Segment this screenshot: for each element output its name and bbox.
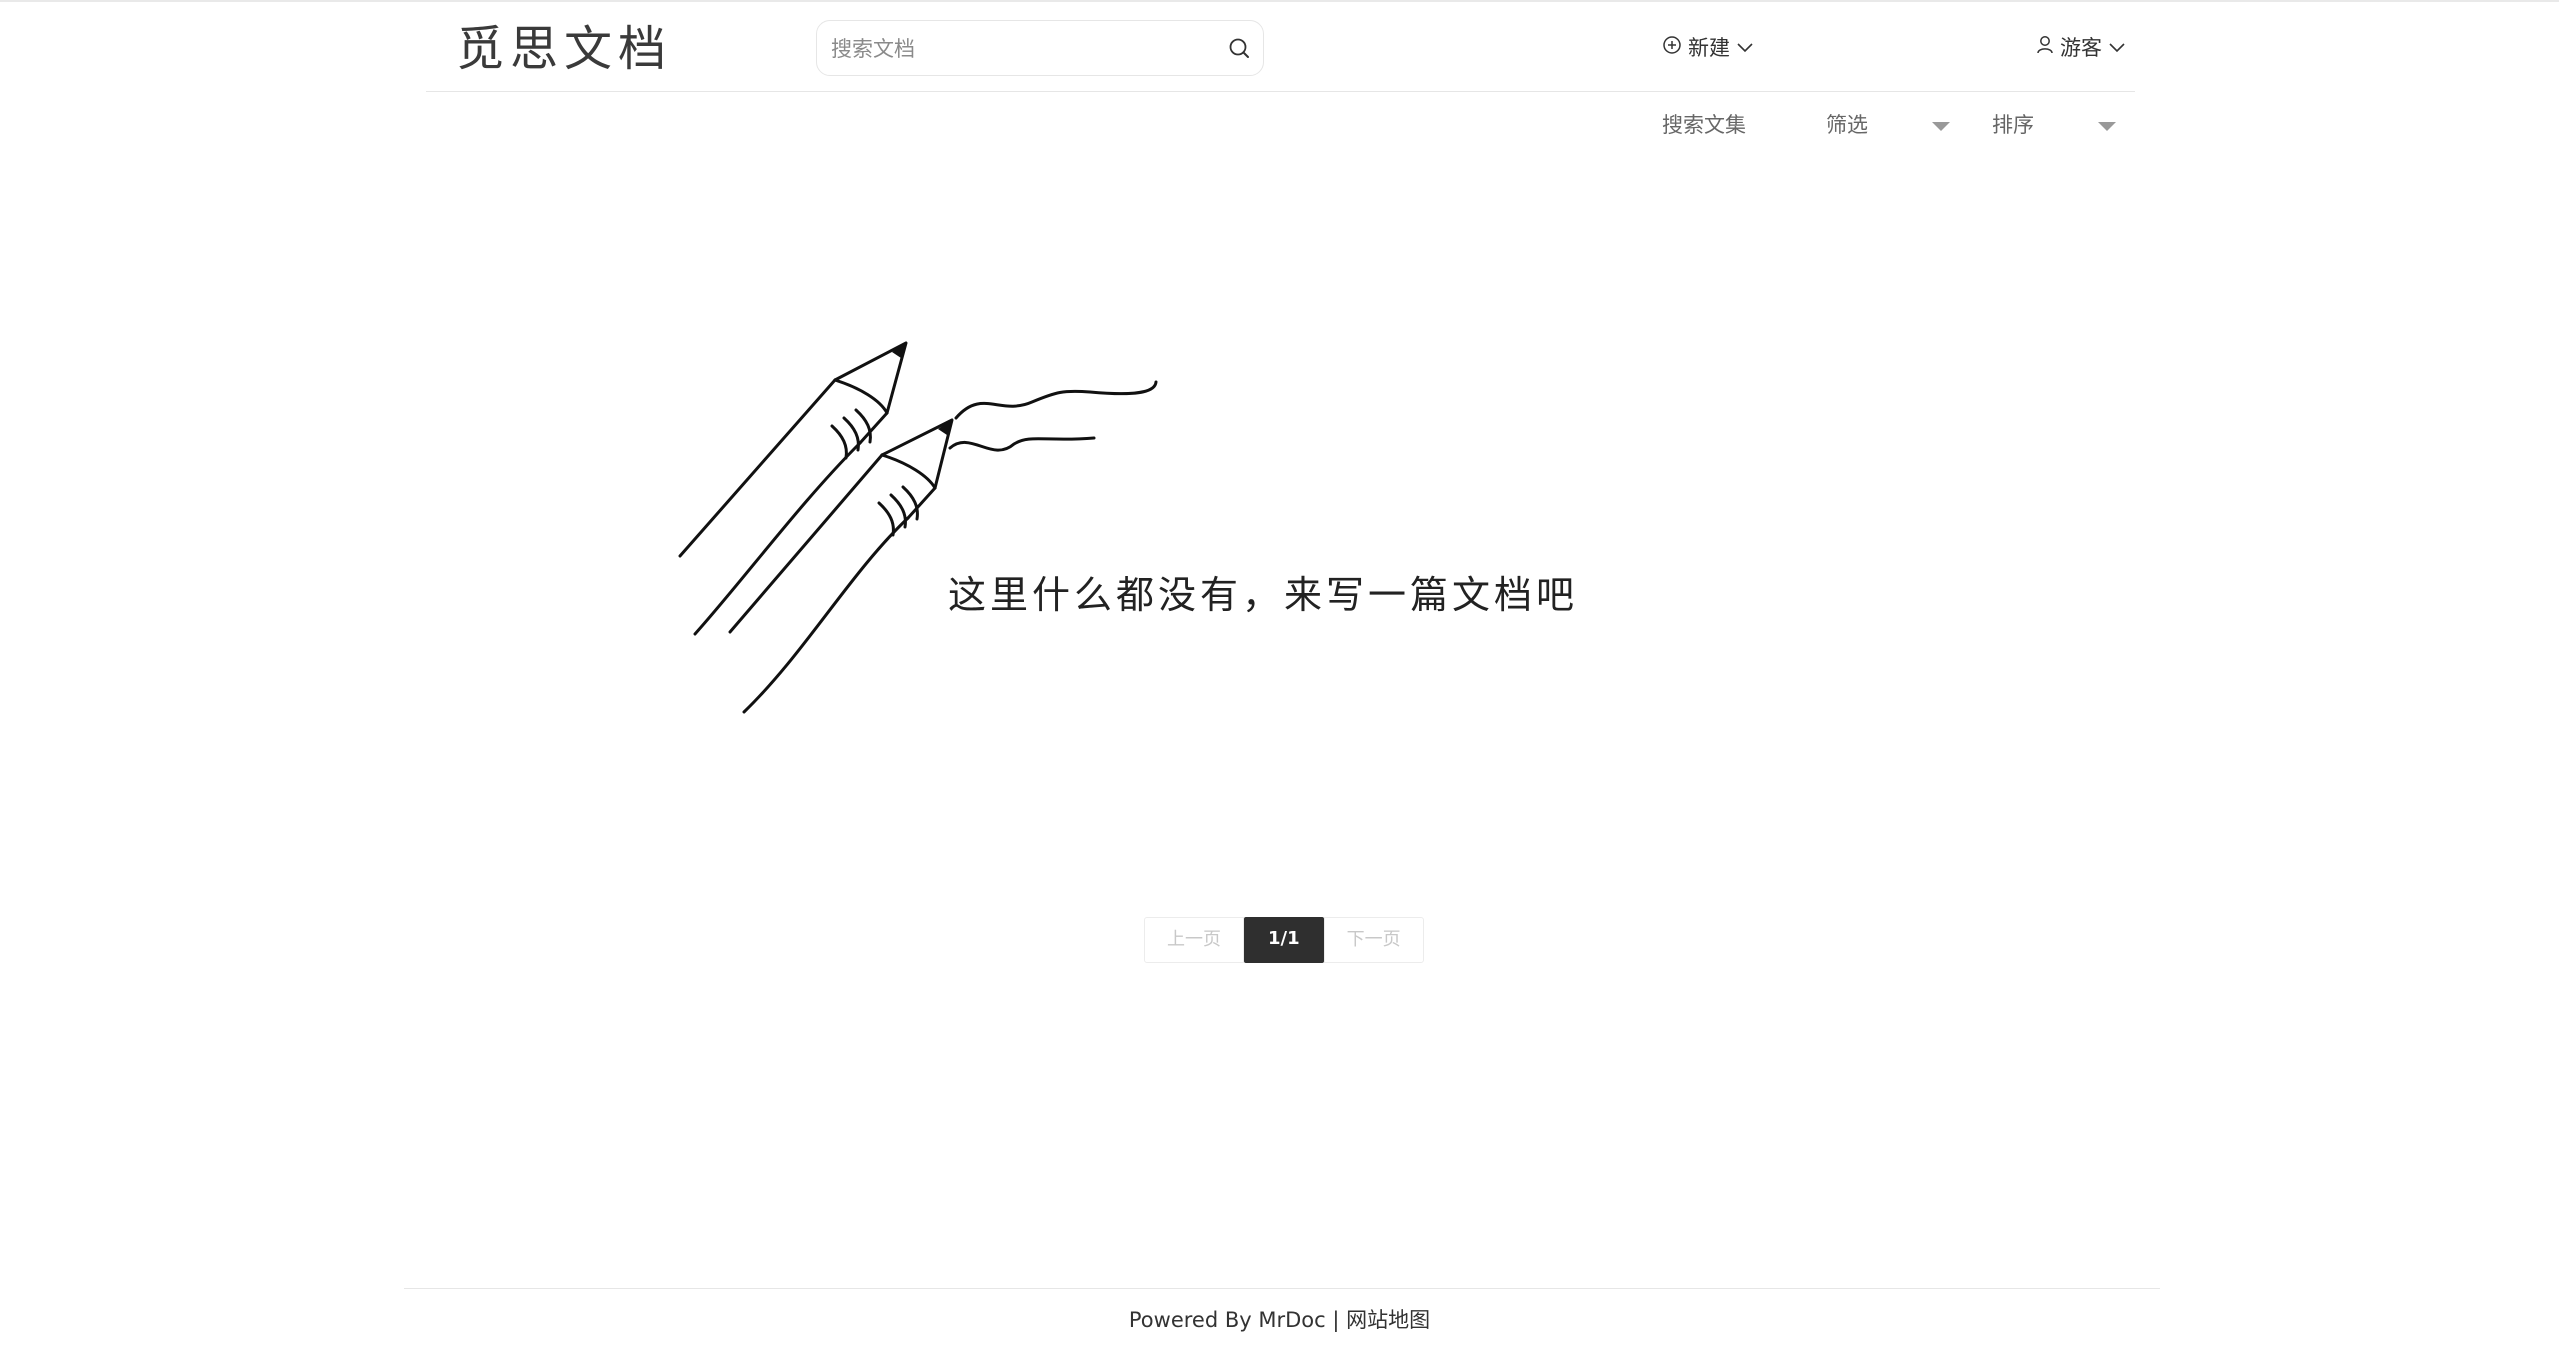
site-logo[interactable]: 觅思文档 xyxy=(456,18,676,80)
footer: Powered By MrDoc | 网站地图 xyxy=(0,1304,2559,1334)
filter-select[interactable]: 筛选 xyxy=(1826,108,1950,142)
search-icon[interactable] xyxy=(1227,36,1253,62)
filter-select-value: 筛选 xyxy=(1826,113,1868,137)
sort-select[interactable]: 排序 xyxy=(1992,108,2116,142)
user-icon xyxy=(2036,35,2054,60)
header-divider xyxy=(426,91,2135,92)
powered-by-link[interactable]: Powered By MrDoc xyxy=(1129,1308,1326,1332)
chevron-down-icon xyxy=(2108,35,2126,59)
pagination: 上一页 1/1 下一页 xyxy=(1144,917,1424,963)
footer-divider xyxy=(404,1288,2160,1289)
current-page-indicator: 1/1 xyxy=(1244,917,1324,963)
search-input[interactable] xyxy=(829,29,1213,69)
empty-state-message: 这里什么都没有，来写一篇文档吧 xyxy=(948,573,1579,617)
search-collections-link[interactable]: 搜索文集 xyxy=(1662,110,1746,140)
user-menu-label: 游客 xyxy=(2060,36,2102,60)
sort-select-value: 排序 xyxy=(1992,113,2034,137)
pencils-illustration xyxy=(678,341,1158,714)
plus-circle-icon xyxy=(1662,35,1682,60)
top-border xyxy=(0,0,2559,2)
new-document-menu[interactable]: 新建 xyxy=(1662,30,1754,64)
search-box xyxy=(816,20,1264,76)
next-page-button[interactable]: 下一页 xyxy=(1323,917,1424,963)
user-menu[interactable]: 游客 xyxy=(2036,30,2126,64)
sitemap-link[interactable]: 网站地图 xyxy=(1346,1308,1430,1332)
new-menu-label: 新建 xyxy=(1688,36,1730,60)
prev-page-button[interactable]: 上一页 xyxy=(1144,917,1244,963)
caret-down-icon xyxy=(2098,122,2116,131)
chevron-down-icon xyxy=(1736,35,1754,59)
caret-down-icon xyxy=(1932,122,1950,131)
footer-separator: | xyxy=(1332,1308,1340,1332)
